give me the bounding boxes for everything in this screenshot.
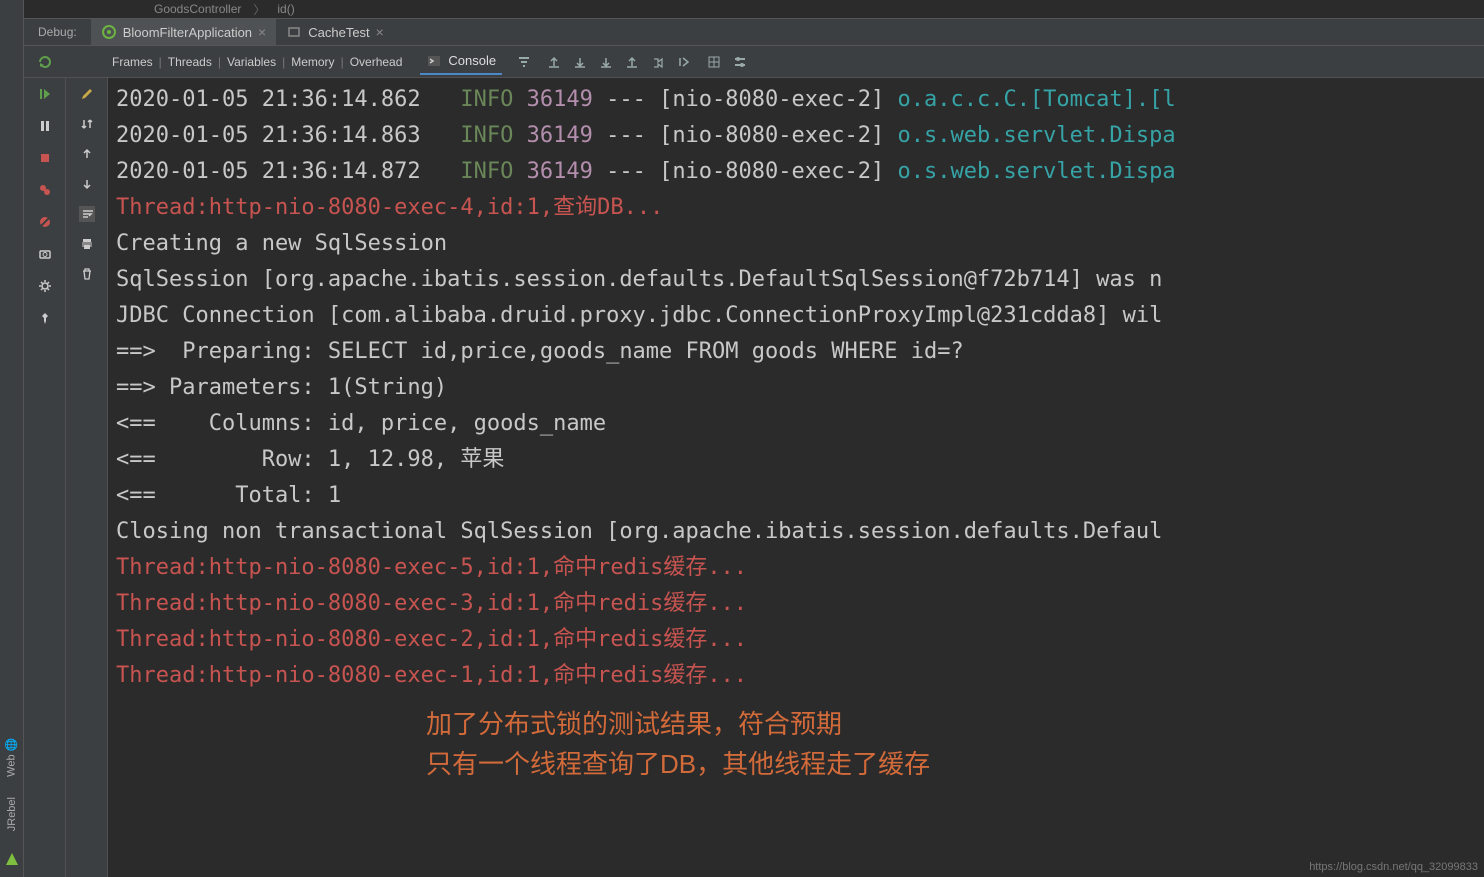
download-icon[interactable] (572, 54, 588, 70)
resume-icon[interactable] (37, 86, 53, 102)
breadcrumb-sep: 〉 (253, 1, 265, 18)
mute-breakpoints-icon[interactable] (37, 214, 53, 230)
step-icon[interactable] (676, 54, 692, 70)
grid-icon[interactable] (706, 54, 722, 70)
run-tab-label: CacheTest (308, 25, 369, 40)
pause-icon[interactable] (37, 118, 53, 134)
debug-side-toolbar (24, 78, 66, 877)
breadcrumb: GoodsController 〉 id() (24, 0, 1484, 18)
close-icon[interactable]: × (376, 24, 384, 40)
trash-icon[interactable] (79, 266, 95, 282)
tab-overhead[interactable]: Overhead (350, 55, 403, 69)
filter-icon[interactable] (516, 54, 532, 70)
tab-variables[interactable]: Variables (227, 55, 276, 69)
wrap-icon[interactable] (79, 206, 95, 222)
gear-icon[interactable] (37, 278, 53, 294)
breadcrumb-item[interactable]: GoodsController (154, 2, 241, 16)
debug-label: Debug: (24, 25, 91, 39)
tab-frames[interactable]: Frames (112, 55, 153, 69)
print-icon[interactable] (79, 236, 95, 252)
left-tool-rail: Web 🌐 JRebel (0, 0, 24, 877)
settings-toggle-icon[interactable] (732, 54, 748, 70)
test-icon (286, 24, 302, 40)
spring-boot-icon (101, 24, 117, 40)
console-icon (426, 53, 442, 69)
camera-icon[interactable] (37, 246, 53, 262)
export-up-icon[interactable] (546, 54, 562, 70)
debug-tab-bar: Debug: BloomFilterApplication × CacheTes… (24, 18, 1484, 46)
console-output[interactable]: 2020-01-05 21:36:14.862 INFO 36149 --- [… (108, 78, 1484, 877)
edit-icon[interactable] (79, 86, 95, 102)
download-icon[interactable] (598, 54, 614, 70)
console-action-icons (516, 54, 748, 70)
down-arrow-icon[interactable] (79, 176, 95, 192)
console-tab-label: Console (448, 53, 496, 68)
breakpoints-icon[interactable] (37, 182, 53, 198)
watermark: https://blog.csdn.net/qq_32099833 (1309, 861, 1478, 873)
stop-icon[interactable] (37, 150, 53, 166)
run-tab-label: BloomFilterApplication (123, 25, 252, 40)
breadcrumb-item[interactable]: id() (277, 2, 294, 16)
console-side-toolbar (66, 78, 108, 877)
rail-web[interactable]: Web 🌐 (5, 737, 18, 777)
pin-icon[interactable] (37, 310, 53, 326)
rerun-icon[interactable] (37, 54, 53, 70)
step-icon[interactable] (650, 54, 666, 70)
jrebel-icon[interactable] (4, 851, 20, 867)
tab-threads[interactable]: Threads (168, 55, 212, 69)
debug-toolbar: Frames| Threads| Variables| Memory| Over… (24, 46, 1484, 78)
rail-jrebel[interactable]: JRebel (6, 797, 18, 831)
run-tab-cachetest[interactable]: CacheTest × (276, 19, 394, 45)
tab-console[interactable]: Console (420, 49, 502, 75)
sort-icon[interactable] (79, 116, 95, 132)
tab-memory[interactable]: Memory (291, 55, 334, 69)
upload-icon[interactable] (624, 54, 640, 70)
debug-view-tabs: Frames| Threads| Variables| Memory| Over… (108, 55, 402, 69)
up-arrow-icon[interactable] (79, 146, 95, 162)
close-icon[interactable]: × (258, 24, 266, 40)
run-tab-bloomfilter[interactable]: BloomFilterApplication × (91, 19, 277, 45)
